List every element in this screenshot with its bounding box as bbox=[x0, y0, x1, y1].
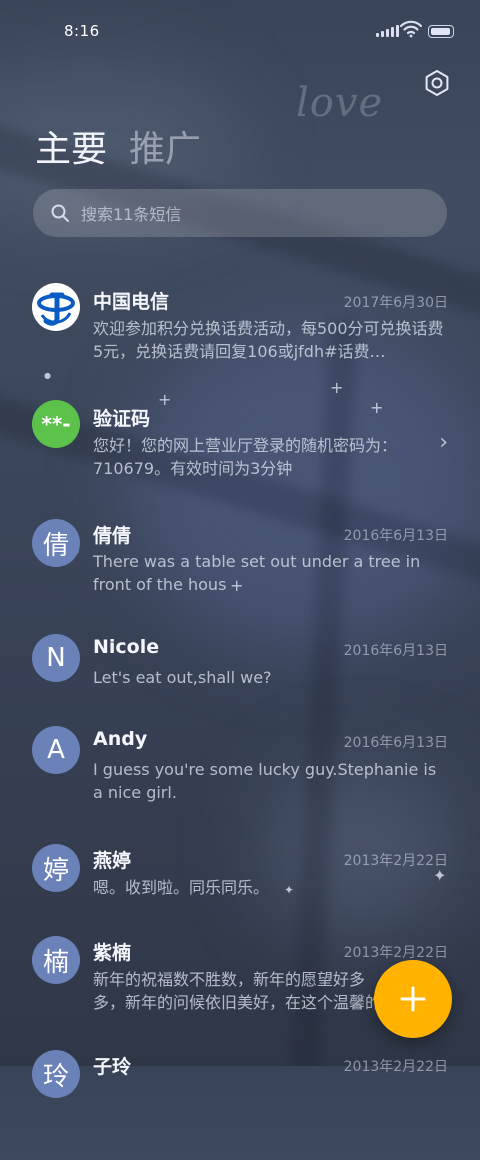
conversation-preview: Let's eat out,shall we? bbox=[93, 668, 272, 687]
conversation-item[interactable]: 玲 子玲 2013年2月22日 bbox=[0, 1050, 480, 1160]
conversation-name: 紫楠 bbox=[93, 942, 132, 964]
china-telecom-logo-icon bbox=[32, 283, 80, 331]
verify-code-avatar: **- bbox=[32, 400, 80, 448]
conversation-date: 2016年6月13日 bbox=[343, 528, 448, 544]
plus-icon bbox=[400, 986, 426, 1012]
battery-icon bbox=[428, 25, 454, 38]
settings-gear-icon[interactable] bbox=[423, 69, 451, 97]
conversation-preview: 欢迎参加积分兑换话费活动，每500分可兑换话费5元，兑换话费请回复106或jfd… bbox=[93, 319, 444, 361]
status-time: 8:16 bbox=[64, 22, 100, 40]
conversation-preview: 新年的祝福数不胜数，新年的愿望好多多，新年的问候依旧美好，在这个温馨的 bbox=[93, 970, 382, 1012]
conversation-preview: 嗯。收到啦。同乐同乐。 bbox=[93, 878, 270, 897]
conversation-item[interactable]: A Andy 2016年6月13日 I guess you're some lu… bbox=[0, 726, 480, 836]
conversation-item[interactable]: 倩 倩倩 2016年6月13日 There was a table set ou… bbox=[0, 515, 480, 625]
tab-bar: 主要 推广 bbox=[35, 120, 201, 172]
signal-icon bbox=[376, 25, 399, 37]
conversation-preview: I guess you're some lucky guy.Stephanie … bbox=[93, 760, 437, 802]
status-bar: 8:16 bbox=[0, 0, 480, 62]
conversation-name: 验证码 bbox=[93, 408, 151, 430]
conversation-date: 2013年2月22日 bbox=[343, 853, 448, 869]
love-watermark: love bbox=[296, 80, 384, 126]
conversation-name: Nicole bbox=[93, 636, 160, 658]
tab-primary[interactable]: 主要 bbox=[35, 120, 107, 172]
search-bar[interactable] bbox=[33, 189, 447, 239]
conversation-date: 2016年6月13日 bbox=[343, 735, 448, 751]
conversation-item[interactable]: 中国电信 2017年6月30日 欢迎参加积分兑换话费活动，每500分可兑换话费5… bbox=[0, 270, 480, 380]
tab-promotions[interactable]: 推广 bbox=[129, 120, 201, 172]
conversation-date: 2017年6月30日 bbox=[343, 295, 448, 311]
conversation-name: 中国电信 bbox=[93, 291, 170, 313]
avatar: 婷 bbox=[32, 844, 80, 892]
new-message-button[interactable] bbox=[374, 960, 452, 1038]
conversation-preview: There was a table set out under a tree i… bbox=[93, 552, 421, 594]
avatar: 玲 bbox=[32, 1050, 80, 1098]
search-input[interactable] bbox=[79, 189, 433, 239]
conversation-preview: 您好！您的网上营业厅登录的随机密码为：710679。有效时间为3分钟 bbox=[93, 436, 398, 478]
chevron-right-icon: › bbox=[439, 430, 448, 455]
wifi-icon bbox=[400, 20, 422, 38]
conversation-name: 倩倩 bbox=[93, 525, 132, 547]
conversation-date: 2013年2月22日 bbox=[343, 945, 448, 961]
avatar: 楠 bbox=[32, 936, 80, 984]
conversation-name: 燕婷 bbox=[93, 850, 132, 872]
search-icon bbox=[51, 204, 69, 222]
conversation-name: Andy bbox=[93, 728, 148, 750]
avatar: A bbox=[32, 726, 80, 774]
conversation-date: 2016年6月13日 bbox=[343, 643, 448, 659]
conversation-item[interactable]: **- 验证码 您好！您的网上营业厅登录的随机密码为：710679。有效时间为3… bbox=[0, 390, 480, 500]
avatar: 倩 bbox=[32, 519, 80, 567]
conversation-date: 2013年2月22日 bbox=[343, 1059, 448, 1075]
avatar: N bbox=[32, 634, 80, 682]
